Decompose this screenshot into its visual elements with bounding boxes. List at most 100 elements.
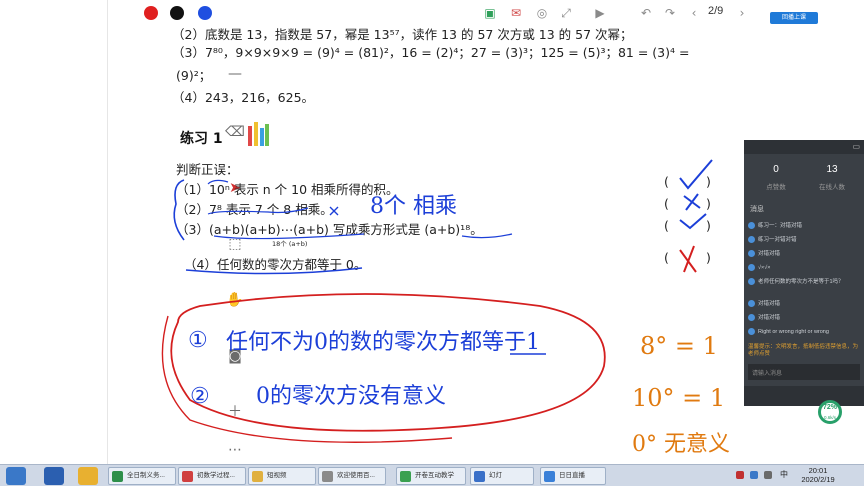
answer-bracket-1-close: ) — [706, 174, 711, 189]
system-notice: 温馨提示：文明发言，抵制低俗违禁信息，为老师点赞 — [748, 344, 859, 357]
answer-line-2: （2）底数是 13，指数是 57，幂是 13⁵⁷，读作 13 的 57 次方或 … — [172, 27, 633, 42]
ink-cross-2 — [683, 193, 701, 211]
drawing-toolbar: ✎ — ⌫ ➤ ⬚ ✋ ◙ ＋ ⋯ — [112, 0, 245, 464]
app-icon — [322, 471, 333, 482]
pencils-icon — [248, 122, 269, 146]
redo-icon[interactable]: ↷ — [662, 5, 678, 21]
question-2: （2）7⁸ 表示 7 个 8 相乘。 — [176, 202, 333, 217]
app-icon — [474, 471, 485, 482]
app-icon — [112, 471, 123, 482]
taskbar-item[interactable]: 欢迎使用百... — [318, 467, 386, 485]
tray-network-icon[interactable] — [750, 471, 758, 479]
answer-line-3-cont: (9)²； — [176, 68, 212, 83]
line-tool-icon[interactable]: — — [225, 64, 245, 84]
video-icon[interactable]: ▶ — [592, 5, 608, 21]
chat-message-text: √×√× — [758, 264, 771, 271]
taskbar-item[interactable]: 初数学过程... — [178, 467, 246, 485]
handwritten-note-q2: 8个 相乘 — [370, 194, 457, 219]
taskbar-item-label: 欢迎使用百... — [337, 472, 375, 479]
word-icon[interactable] — [44, 467, 64, 485]
taskbar-item[interactable]: 开卷互动教学 — [396, 467, 466, 485]
panel-close-icon[interactable]: ▭ — [852, 142, 860, 151]
chat-icon[interactable]: ▣ — [482, 5, 498, 21]
color-black-swatch[interactable] — [170, 6, 184, 20]
question-1: （1）10ⁿ 表示 n 个 10 相乘所得的积。 — [176, 182, 399, 197]
chat-message-text: 对错对错 — [758, 314, 781, 321]
avatar — [748, 278, 755, 285]
taskbar-item-label: 幻灯 — [489, 472, 502, 479]
next-page-icon[interactable]: › — [734, 5, 750, 21]
eraser-icon[interactable]: ⌫ — [225, 122, 245, 142]
page-indicator: 2/9 — [708, 5, 724, 17]
undo-icon[interactable]: ↶ — [638, 5, 654, 21]
taskbar-item[interactable]: 短视频 — [248, 467, 316, 485]
ime-indicator[interactable]: 中 — [780, 469, 788, 480]
live-chat-panel: ▭ 0 点赞数 13 在线人数 消息 练习一：对错对错 练习一对错对错 对错对错… — [744, 140, 864, 406]
add-icon[interactable]: ＋ — [225, 402, 245, 422]
tray-app-icon[interactable] — [736, 471, 744, 479]
color-red-swatch[interactable] — [144, 6, 158, 20]
live-replay-badge[interactable]: 回播上课 — [770, 12, 818, 24]
answer-bracket-4-open: ( — [664, 250, 669, 265]
handwritten-eq-3: 0° 无意义 — [632, 432, 730, 457]
clock-date: 2020/2/19 — [801, 475, 835, 484]
answer-line-4: （4）243，216，625。 — [172, 90, 315, 105]
chat-message: Right or wrong right or wrong — [748, 328, 858, 336]
handwritten-rule-1: 任何不为0的数的零次方都等于1 — [226, 330, 540, 355]
more-icon[interactable]: ⋯ — [225, 440, 245, 460]
chat-message-text: 练习一对错对错 — [758, 236, 797, 243]
online-label: 在线人数 — [819, 184, 845, 191]
start-button[interactable] — [6, 467, 26, 485]
fullscreen-icon[interactable]: ⤢ — [558, 5, 574, 21]
likes-label: 点赞数 — [766, 184, 786, 191]
exercise-title: 练习 1 — [180, 131, 223, 147]
messages-tab[interactable]: 消息 — [750, 204, 764, 214]
chrome-icon[interactable] — [78, 467, 98, 485]
network-progress: 72% 0.6k/s — [818, 400, 842, 424]
chat-message: 练习一对错对错 — [748, 236, 858, 244]
app-icon — [252, 471, 263, 482]
chat-message: 对错对错 — [748, 250, 858, 258]
prev-page-icon[interactable]: ‹ — [686, 5, 702, 21]
answer-bracket-3-close: ) — [706, 218, 711, 233]
taskbar-item[interactable]: 幻灯 — [470, 467, 534, 485]
taskbar-item[interactable]: 全日制义务... — [108, 467, 176, 485]
likes-count: 0 — [773, 164, 779, 175]
answer-line-3: （3）7⁸⁰，9×9×9×9 = (9)⁴ = (81)²，16 = (2)⁴；… — [172, 45, 690, 60]
handwritten-circle-1: ① — [188, 328, 208, 353]
answer-bracket-4-close: ) — [706, 250, 711, 265]
handwritten-eq-1: 8° = 1 — [640, 332, 718, 360]
likes-stat: 0 点赞数 — [748, 164, 804, 191]
color-blue-swatch[interactable] — [198, 6, 212, 20]
chat-message-text: 对错对错 — [758, 250, 781, 257]
handwritten-circle-2: ② — [190, 384, 210, 409]
app-icon — [182, 471, 193, 482]
chat-message: √×√× — [748, 264, 858, 272]
taskbar-item[interactable]: 日日直播 — [540, 467, 606, 485]
chat-message-text: 对错对错 — [758, 300, 781, 307]
panel-footer — [744, 386, 864, 406]
avatar — [748, 328, 755, 335]
network-progress-value: 72% — [822, 404, 837, 411]
system-clock[interactable]: 20:01 2020/2/19 — [798, 466, 838, 484]
question-3-subnote: 18个 (a+b) — [272, 240, 308, 248]
gift-icon[interactable]: ✉ — [508, 5, 524, 21]
basketball-icon[interactable]: ◎ — [534, 5, 550, 21]
answer-bracket-2-open: ( — [664, 196, 669, 211]
chat-message: 老师任何数的零次方不是等于1吗？ — [748, 278, 858, 286]
avatar — [748, 300, 755, 307]
chat-message-text: 练习一：对错对错 — [758, 222, 803, 229]
taskbar-item-label: 短视频 — [267, 472, 287, 479]
chat-input[interactable]: 请输入消息 — [748, 364, 860, 380]
clock-time: 20:01 — [808, 466, 828, 475]
tray-volume-icon[interactable] — [764, 471, 772, 479]
chat-message-text: 老师任何数的零次方不是等于1吗？ — [758, 278, 844, 285]
handwritten-eq-2: 10° = 1 — [632, 384, 726, 412]
chat-message: 对错对错 — [748, 300, 858, 308]
chat-message: 对错对错 — [748, 314, 858, 322]
left-blank-area — [0, 0, 108, 464]
hand-icon[interactable]: ✋ — [225, 290, 245, 310]
online-stat: 13 在线人数 — [804, 164, 860, 191]
ink-check-3 — [679, 213, 707, 230]
network-speed: 0.6k/s — [823, 415, 836, 420]
